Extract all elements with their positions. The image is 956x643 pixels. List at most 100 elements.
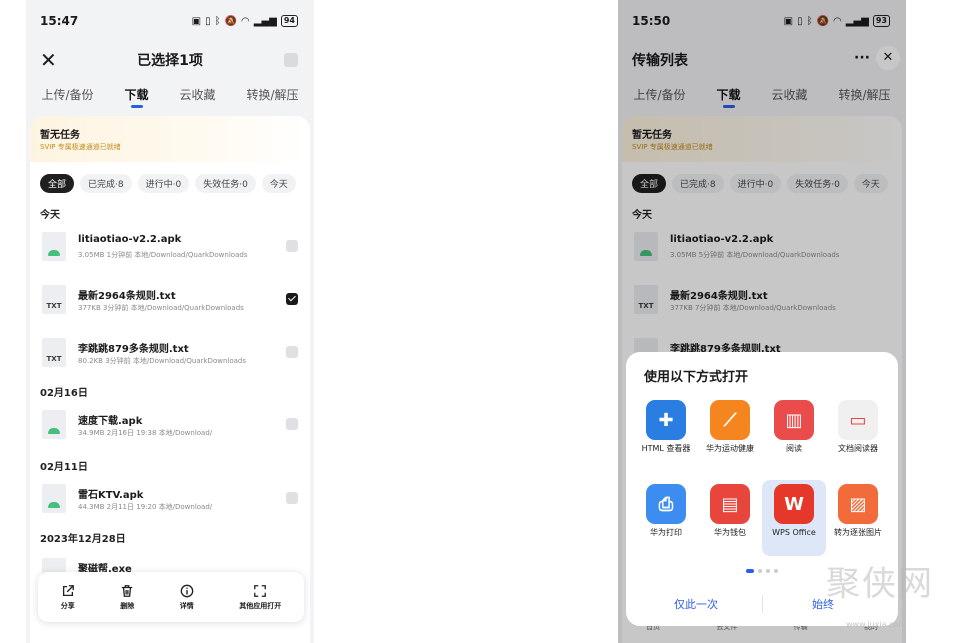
battery-icon: 94	[280, 15, 298, 27]
nfc-icon: ▣	[191, 15, 202, 27]
file-row[interactable]: 雷石KTV.apk 44.3MB 2月11日 19:20 本地/Download…	[40, 480, 300, 520]
row-checkbox[interactable]	[286, 240, 298, 252]
chip-today[interactable]: 今天	[261, 174, 296, 193]
right-screen: 15:50 ▣ ▯ ᛒ 🔕 ◠ ▂▄▆ 93 传输列表 ··· ✕ 上传/备份 …	[618, 0, 906, 643]
app-label: 转为逐张图片	[834, 528, 882, 537]
row-checkbox[interactable]	[286, 346, 298, 358]
watermark-url: www.juxia.com	[846, 620, 907, 629]
chip-all[interactable]: 全部	[40, 174, 75, 193]
download-list-card: 暂无任务 SVIP 专属极速通道已就绪 全部 已完成·8 进行中·0 失效任务·…	[30, 116, 310, 643]
status-bar: 15:47 ▣ ▯ ᛒ 🔕 ◠ ▂▄▆ 94	[26, 0, 314, 42]
just-once-button[interactable]: 仅此一次	[674, 596, 718, 612]
trash-icon	[122, 584, 133, 597]
apk-file-icon	[42, 484, 66, 513]
mute-icon: 🔕	[224, 15, 238, 27]
printer-icon: ⎙	[646, 484, 686, 524]
app-label: 华为钱包	[714, 528, 746, 537]
banner-subtitle: SVIP 专属极速通道已就绪	[40, 143, 121, 151]
app-reading[interactable]: ▥ 阅读	[762, 396, 826, 472]
status-time: 15:47	[40, 14, 79, 28]
file-name: 雷石KTV.apk	[78, 490, 144, 501]
app-huawei-print[interactable]: ⎙ 华为打印	[634, 480, 698, 556]
page-dot	[758, 568, 762, 573]
divider	[762, 595, 763, 613]
apk-file-icon	[42, 410, 66, 439]
share-label: 分享	[60, 601, 75, 610]
page-title: 已选择1项	[137, 53, 203, 69]
txt-file-icon: TXT	[42, 285, 66, 314]
file-meta: 34.9MB 2月16日 19:38 本地/Download/	[78, 429, 213, 437]
chip-completed[interactable]: 已完成·8	[80, 174, 132, 193]
expand-icon	[254, 584, 267, 597]
wallet-icon: ▤	[710, 484, 750, 524]
file-row[interactable]: 速度下载.apk 34.9MB 2月16日 19:38 本地/Download/	[40, 406, 300, 446]
select-all-checkbox[interactable]	[284, 53, 298, 67]
file-name: 李跳跳879多条规则.txt	[78, 344, 189, 355]
close-icon[interactable]: ✕	[40, 48, 57, 72]
row-checkbox[interactable]	[286, 492, 298, 504]
app-label: WPS Office	[772, 528, 816, 537]
action-toolbar: 分享 删除 详情 其他应用打开	[38, 572, 304, 622]
tab-convert[interactable]: 转换/解压	[246, 82, 298, 110]
sheet-title: 使用以下方式打开	[644, 370, 749, 385]
page-dot-active	[746, 568, 754, 573]
app-huawei-wallet[interactable]: ▤ 华为钱包	[698, 480, 762, 556]
app-to-images[interactable]: ▨ 转为逐张图片	[826, 480, 890, 556]
chip-failed[interactable]: 失效任务·0	[195, 174, 256, 193]
app-wps-office[interactable]: W WPS Office	[762, 480, 826, 556]
section-header: 02月16日	[40, 388, 88, 399]
puzzle-icon: ✚	[646, 400, 686, 440]
selection-header: ✕ 已选择1项	[26, 42, 314, 78]
tab-download[interactable]: 下载	[125, 82, 149, 110]
left-screen: 15:47 ▣ ▯ ᛒ 🔕 ◠ ▂▄▆ 94 ✕ 已选择1项 上传/备份 下载 …	[26, 0, 314, 643]
folder-icon: ▭	[838, 400, 878, 440]
wifi-icon: ◠	[241, 15, 250, 27]
bluetooth-icon: ᛒ	[214, 15, 221, 27]
share-icon	[62, 584, 74, 596]
wps-icon: W	[774, 484, 814, 524]
file-row[interactable]: TXT 李跳跳879多条规则.txt 80.2KB 3分钟前 本地/Downlo…	[40, 334, 300, 374]
app-label: 华为运动健康	[706, 444, 754, 453]
file-row[interactable]: TXT 最新2964条规则.txt 377KB 3分钟前 本地/Download…	[40, 281, 300, 321]
details-button[interactable]: 详情	[180, 584, 194, 611]
app-document-reader[interactable]: ▭ 文档阅读器	[826, 396, 890, 472]
app-label: 文档阅读器	[838, 444, 878, 453]
open-with-label: 其他应用打开	[239, 601, 282, 610]
file-name: litiaotiao-v2.2.apk	[78, 234, 182, 245]
health-icon: ⟋	[710, 400, 750, 440]
page-dot	[766, 568, 770, 573]
file-meta: 80.2KB 3分钟前 本地/Download/QuarkDownloads	[78, 357, 247, 365]
section-header: 2023年12月28日	[40, 534, 126, 545]
app-grid: ✚ HTML 查看器 ⟋ 华为运动健康 ▥ 阅读 ▭ 文档阅读器 ⎙ 华为打印 …	[634, 396, 890, 556]
file-name: 最新2964条规则.txt	[78, 291, 176, 302]
app-huawei-health[interactable]: ⟋ 华为运动健康	[698, 396, 762, 472]
apk-file-icon	[42, 232, 66, 261]
row-checkbox-checked[interactable]	[286, 293, 298, 305]
svip-banner: 暂无任务 SVIP 专属极速通道已就绪	[30, 116, 310, 162]
chip-in-progress[interactable]: 进行中·0	[137, 174, 190, 193]
app-label: 华为打印	[650, 528, 682, 537]
watermark-logo: 聚侠网	[826, 564, 934, 604]
file-meta: 377KB 3分钟前 本地/Download/QuarkDownloads	[78, 304, 244, 312]
status-icons: ▣ ▯ ᛒ 🔕 ◠ ▂▄▆ 94	[192, 15, 298, 27]
image-icon: ▨	[838, 484, 878, 524]
open-with-button[interactable]: 其他应用打开	[239, 584, 281, 611]
section-header: 02月11日	[40, 462, 88, 473]
page-dot	[774, 568, 778, 573]
share-button[interactable]: 分享	[61, 584, 75, 611]
tab-cloud-favorites[interactable]: 云收藏	[179, 82, 215, 110]
tab-upload[interactable]: 上传/备份	[41, 82, 93, 110]
delete-button[interactable]: 删除	[120, 584, 134, 611]
vibrate-icon: ▯	[205, 15, 211, 27]
book-icon: ▥	[774, 400, 814, 440]
app-html-viewer[interactable]: ✚ HTML 查看器	[634, 396, 698, 472]
file-row[interactable]: litiaotiao-v2.2.apk 3.05MB 1分钟前 本地/Downl…	[40, 228, 300, 268]
app-label: HTML 查看器	[641, 444, 691, 453]
section-header: 今天	[40, 210, 60, 221]
txt-file-icon: TXT	[42, 338, 66, 367]
tab-bar: 上传/备份 下载 云收藏 转换/解压	[26, 82, 314, 110]
row-checkbox[interactable]	[286, 418, 298, 430]
signal-icon: ▂▄▆	[253, 15, 277, 27]
app-label: 阅读	[786, 444, 802, 453]
file-meta: 3.05MB 1分钟前 本地/Download/QuarkDownloads	[78, 251, 248, 259]
